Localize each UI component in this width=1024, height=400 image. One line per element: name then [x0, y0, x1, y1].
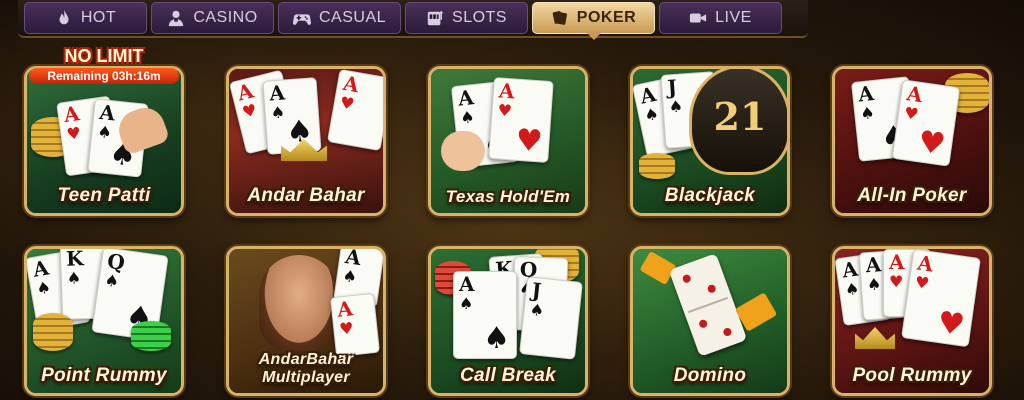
- game-title: Texas Hold'Em: [445, 187, 571, 206]
- character-portrait: [259, 255, 339, 351]
- game-title: Point Rummy: [41, 365, 167, 386]
- game-tile-andar-bahar[interactable]: A ♥ A ♠ ♠ A ♥ Andar Bahar: [226, 66, 386, 216]
- game-title: AndarBahar Multiplayer: [229, 351, 383, 387]
- game-title: Blackjack: [664, 185, 756, 206]
- chip-stack: [131, 321, 171, 351]
- card-rank: A: [336, 296, 355, 322]
- game-tile-texas-holdem[interactable]: A♠♠ A♥♥ Texas Hold'Em: [428, 66, 588, 216]
- game-tile-domino[interactable]: Domino: [630, 246, 790, 396]
- no-limit-badge: NO LIMIT Remaining 03h:16m: [22, 46, 186, 84]
- game-title-line1: AndarBahar: [258, 351, 354, 368]
- game-title-line2: Multiplayer: [262, 369, 350, 386]
- playing-card: A ♥ ♥: [891, 79, 961, 167]
- card-rank: J: [530, 277, 543, 303]
- game-grid: A ♥ A ♠ ♠ Teen Patti A ♥ A ♠ ♠ A ♥ Andar Bahar: [0, 0, 1024, 400]
- promo-timer: Remaining 03h:16m: [29, 68, 179, 84]
- playing-card: J ♠: [519, 276, 583, 360]
- hand: [441, 131, 485, 171]
- card-rank: A: [98, 100, 117, 126]
- card-rank: A: [840, 256, 860, 283]
- game-tile-teen-patti[interactable]: A ♥ A ♠ ♠ Teen Patti: [24, 66, 184, 216]
- game-title: Teen Patti: [57, 185, 151, 206]
- card-rank: A: [459, 272, 475, 296]
- game-title: Call Break: [460, 365, 556, 386]
- game-title: Andar Bahar: [247, 185, 365, 206]
- card-rank: A: [889, 250, 905, 274]
- card-rank: A: [343, 246, 363, 270]
- card-rank: K: [65, 246, 84, 271]
- playing-card: A ♥ ♥: [488, 77, 554, 163]
- card-rank: A: [498, 78, 516, 104]
- card-rank: A: [857, 80, 876, 107]
- promo-title: NO LIMIT: [64, 46, 144, 66]
- crown-icon: [855, 327, 895, 349]
- card-rank: A: [916, 250, 935, 277]
- chip-stack: [639, 153, 675, 179]
- spade-badge: 21: [689, 69, 787, 175]
- card-rank: A: [341, 70, 361, 98]
- card-rank: A: [864, 252, 882, 278]
- playing-card: A ♥ ♥: [901, 249, 981, 348]
- playing-card: A♠♠: [262, 77, 322, 155]
- blackjack-21: 21: [713, 94, 767, 139]
- game-title: Pool Rummy: [852, 365, 972, 386]
- card-rank: J: [666, 74, 678, 100]
- card-rank: A: [62, 101, 81, 128]
- game-tile-all-in-poker[interactable]: A♠♠ A♥♥ All-In Poker: [832, 66, 992, 216]
- card-rank: A: [905, 81, 925, 108]
- playing-card: A ♥: [329, 292, 381, 358]
- card-rank: A: [456, 85, 475, 111]
- game-tile-pool-rummy[interactable]: A ♠ A ♠ A ♥ A ♥ ♥ Pool Rummy: [832, 246, 992, 396]
- playing-card: A♠♠: [453, 271, 517, 359]
- card-rank: Q: [105, 248, 127, 275]
- game-title: Domino: [673, 365, 747, 386]
- game-title: All-In Poker: [857, 185, 967, 206]
- game-tile-call-break[interactable]: K♠ Q♠ A♠♠ J♠ Call Break: [428, 246, 588, 396]
- playing-card: A ♥: [326, 69, 383, 152]
- card-rank: A: [268, 80, 286, 106]
- chip-stack: [33, 313, 73, 351]
- domino-tile: [668, 253, 748, 357]
- game-tile-blackjack[interactable]: A ♠ J ♠ 21 Blackjack: [630, 66, 790, 216]
- game-tile-andarbahar-multiplayer[interactable]: A ♠ A ♥ AndarBahar Multiplayer: [226, 246, 386, 396]
- arrow-icon: [639, 250, 677, 286]
- game-tile-point-rummy[interactable]: A ♠ K ♠ Q ♠ ♠ Point Rummy: [24, 246, 184, 396]
